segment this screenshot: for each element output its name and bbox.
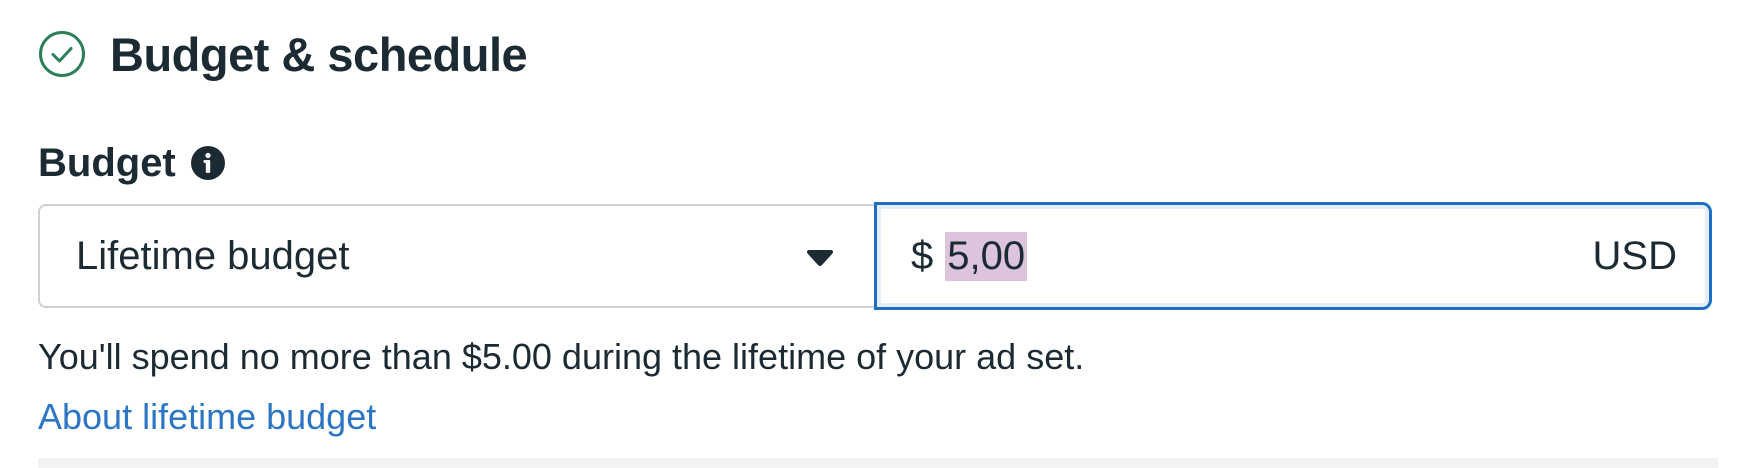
- chevron-down-icon: [807, 250, 833, 266]
- section-header: Budget & schedule: [38, 27, 528, 81]
- budget-type-value: Lifetime budget: [76, 233, 350, 278]
- section-divider: [38, 458, 1718, 468]
- currency-symbol: $: [911, 233, 934, 278]
- budget-type-select[interactable]: Lifetime budget: [38, 204, 876, 308]
- info-icon[interactable]: [190, 145, 226, 181]
- budget-schedule-section: Budget & schedule Budget Lifetime budget…: [0, 0, 1756, 468]
- budget-label-row: Budget: [38, 138, 226, 188]
- section-title: Budget & schedule: [110, 27, 528, 81]
- budget-amount-input[interactable]: $ 5,00 USD: [874, 202, 1712, 310]
- budget-label: Budget: [38, 140, 176, 185]
- about-lifetime-budget-link[interactable]: About lifetime budget: [38, 396, 376, 438]
- currency-code: USD: [1592, 233, 1677, 278]
- amount-value[interactable]: 5,00: [945, 231, 1028, 281]
- check-circle-icon: [39, 31, 85, 77]
- budget-helper-text: You'll spend no more than $5.00 during t…: [38, 336, 1085, 377]
